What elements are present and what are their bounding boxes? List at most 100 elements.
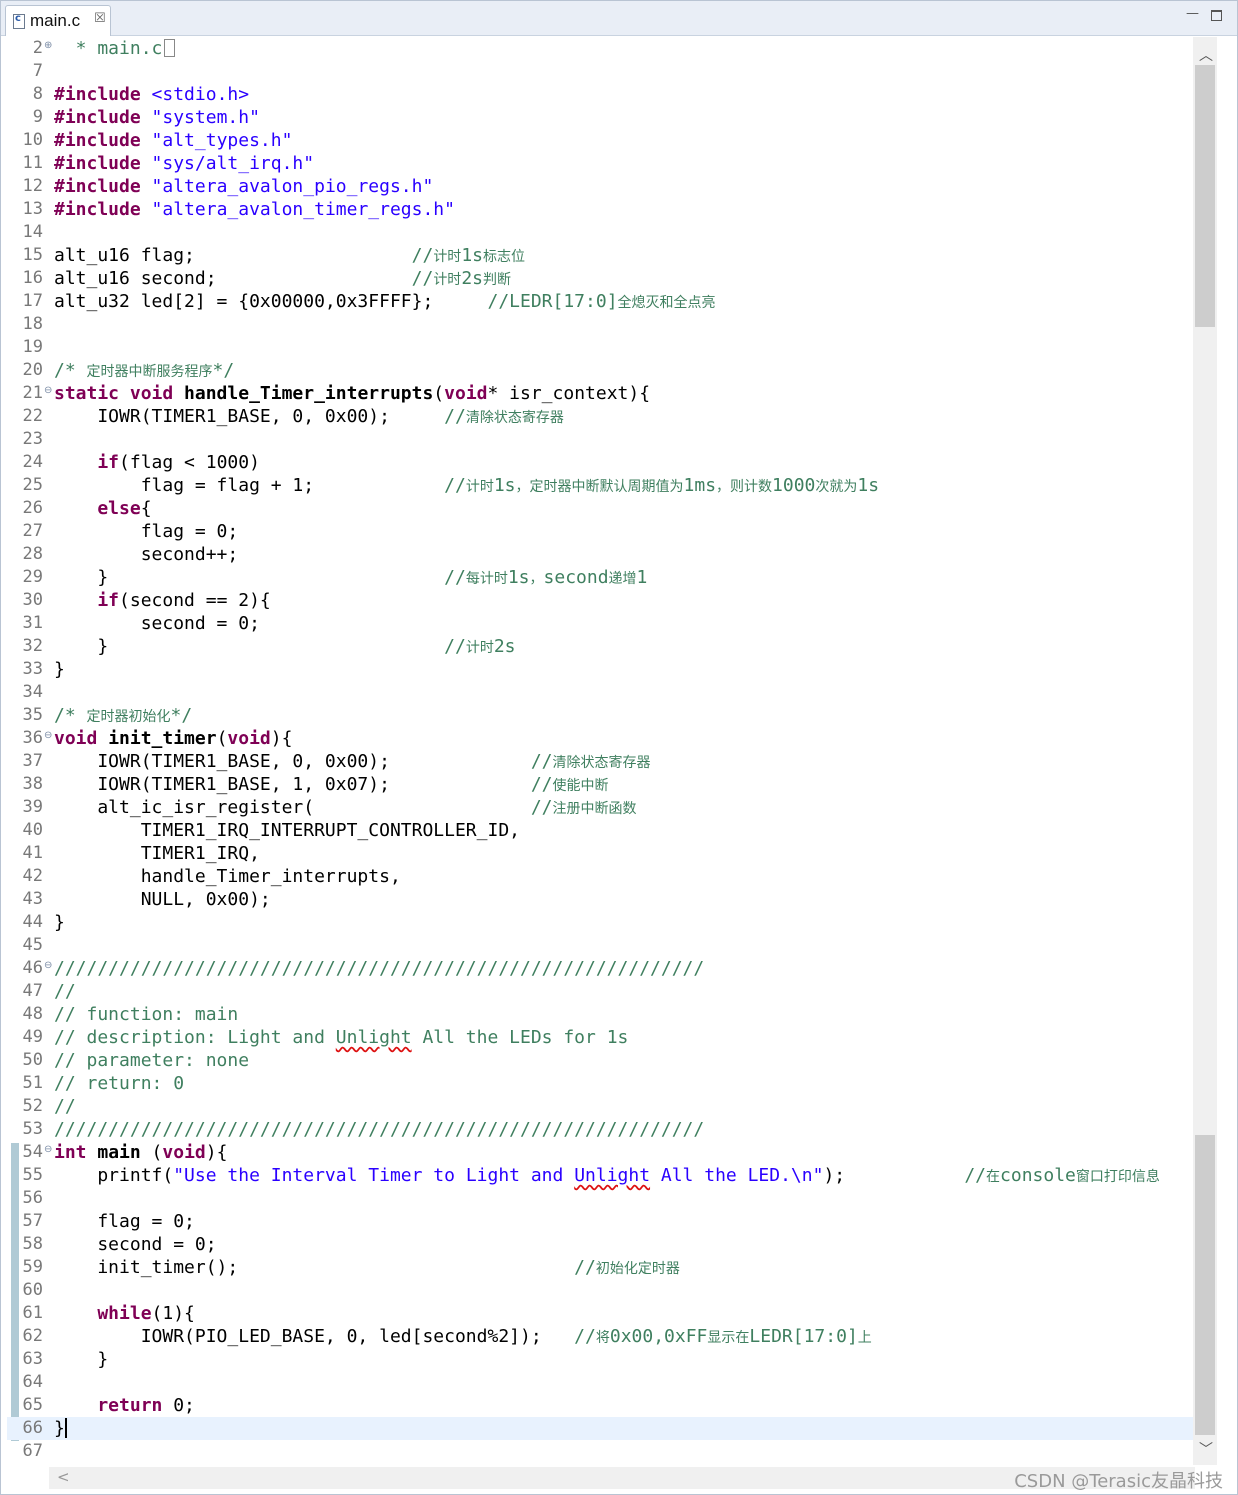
code-line[interactable]: 10 #include "alt_types.h": [7, 129, 1195, 152]
code-line[interactable]: 17 alt_u32 led[2] = {0x00000,0x3FFFF}; //…: [7, 290, 1195, 313]
fold-toggle-icon[interactable]: ⊕: [44, 40, 52, 51]
minimize-icon[interactable]: —: [1186, 6, 1199, 21]
code-line[interactable]: 27 flag = 0;: [7, 520, 1195, 543]
code-line[interactable]: 65 return 0;: [7, 1394, 1195, 1417]
code-token: Unlight: [335, 1027, 412, 1048]
code-line[interactable]: 19: [7, 336, 1195, 359]
code-line[interactable]: 38 IOWR(TIMER1_BASE, 1, 0x07); //使能中断: [7, 773, 1195, 796]
code-line[interactable]: 40 TIMER1_IRQ_INTERRUPT_CONTROLLER_ID,: [7, 819, 1195, 842]
fold-toggle-icon[interactable]: ⊖: [44, 960, 52, 971]
code-line[interactable]: 51 // return: 0: [7, 1072, 1195, 1095]
code-line[interactable]: 61 while(1){: [7, 1302, 1195, 1325]
code-line[interactable]: 26 else{: [7, 497, 1195, 520]
code-line[interactable]: 42 handle_Timer_interrupts,: [7, 865, 1195, 888]
code-token: // description: Light and: [54, 1027, 336, 1048]
code-line[interactable]: 67: [7, 1440, 1195, 1463]
code-line[interactable]: 36 ⊖ void init_timer(void){: [7, 727, 1195, 750]
code-line[interactable]: 32 } //计时2s: [7, 635, 1195, 658]
code-line[interactable]: 23: [7, 428, 1195, 451]
code-line[interactable]: 7: [7, 60, 1195, 83]
code-line[interactable]: 20 /* 定时器中断服务程序*/: [7, 359, 1195, 382]
code-token: 1s: [493, 475, 516, 496]
line-number: 50: [22, 1050, 43, 1070]
code-editor[interactable]: 2 ⊕ * main.c 7 8 #include <stdio.h> 9 #include…: [7, 37, 1195, 1465]
code-line[interactable]: 9 #include "system.h": [7, 106, 1195, 129]
code-line[interactable]: 41 TIMER1_IRQ,: [7, 842, 1195, 865]
line-number: 40: [22, 820, 43, 840]
fold-toggle-icon[interactable]: ⊖: [44, 730, 52, 741]
code-line[interactable]: 43 NULL, 0x00);: [7, 888, 1195, 911]
code-line[interactable]: 35 /* 定时器初始化*/: [7, 704, 1195, 727]
comment-text: 判断: [483, 272, 511, 288]
code-line[interactable]: 56: [7, 1187, 1195, 1210]
line-number: 34: [22, 682, 43, 702]
scroll-down-icon[interactable]: ﹀: [1199, 1439, 1213, 1459]
code-line[interactable]: 11 #include "sys/alt_irq.h": [7, 152, 1195, 175]
line-number: 26: [22, 498, 43, 518]
code-line[interactable]: 62 IOWR(PIO_LED_BASE, 0, led[second%2]);…: [7, 1325, 1195, 1348]
code-line[interactable]: 13 #include "altera_avalon_timer_regs.h": [7, 198, 1195, 221]
code-line[interactable]: 24 if(flag < 1000): [7, 451, 1195, 474]
code-line[interactable]: 45: [7, 934, 1195, 957]
code-line[interactable]: 37 IOWR(TIMER1_BASE, 0, 0x00); //清除状态寄存器: [7, 750, 1195, 773]
code-line[interactable]: 34: [7, 681, 1195, 704]
code-line[interactable]: 2 ⊕ * main.c: [7, 37, 1195, 60]
code-line[interactable]: 8 #include <stdio.h>: [7, 83, 1195, 106]
code-line[interactable]: 48 // function: main: [7, 1003, 1195, 1026]
fold-toggle-icon[interactable]: ⊖: [44, 385, 52, 396]
folded-marker-icon[interactable]: [164, 39, 176, 57]
line-number: 11: [22, 153, 43, 173]
comment-text: 计时: [433, 272, 462, 288]
code-line[interactable]: 50 // parameter: none: [7, 1049, 1195, 1072]
code-line[interactable]: 12 #include "altera_avalon_pio_regs.h": [7, 175, 1195, 198]
code-line[interactable]: 63 }: [7, 1348, 1195, 1371]
code-token: alt_u16 flag;: [54, 245, 412, 266]
scroll-up-icon[interactable]: ︿: [1199, 45, 1213, 65]
line-number: 49: [22, 1027, 43, 1047]
code-line[interactable]: 31 second = 0;: [7, 612, 1195, 635]
code-line[interactable]: 60: [7, 1279, 1195, 1302]
code-text: IOWR(TIMER1_BASE, 0, 0x00); //清除状态寄存器: [54, 751, 650, 772]
code-line[interactable]: 52 //: [7, 1095, 1195, 1118]
code-text: alt_u32 led[2] = {0x00000,0x3FFFF}; //LE…: [54, 291, 716, 312]
code-line[interactable]: 28 second++;: [7, 543, 1195, 566]
code-line[interactable]: 53 //////////////////////////////////////…: [7, 1118, 1195, 1141]
code-token: //: [574, 1326, 596, 1347]
close-icon[interactable]: ☒: [94, 11, 106, 26]
code-token: LEDR[17:0]: [749, 1326, 858, 1347]
code-token: static void: [54, 383, 185, 404]
code-line[interactable]: 21 ⊖ static void handle_Timer_interrupts(v…: [7, 382, 1195, 405]
code-line[interactable]: 22 IOWR(TIMER1_BASE, 0, 0x00); //清除状态寄存器: [7, 405, 1195, 428]
code-line[interactable]: 46 ⊖/////////////////////////////////////…: [7, 957, 1195, 980]
code-line[interactable]: 18: [7, 313, 1195, 336]
code-line[interactable]: 16 alt_u16 second; //计时2s判断: [7, 267, 1195, 290]
code-line[interactable]: 47 //: [7, 980, 1195, 1003]
code-token: //: [530, 751, 553, 772]
code-line[interactable]: 54 ⊖ int main (void){: [7, 1141, 1195, 1164]
code-line[interactable]: 15 alt_u16 flag; //计时1s标志位: [7, 244, 1195, 267]
code-line[interactable]: 14: [7, 221, 1195, 244]
code-line[interactable]: 39 alt_ic_isr_register( //注册中断函数: [7, 796, 1195, 819]
vertical-scrollbar[interactable]: ︿ ﹀: [1193, 37, 1217, 1465]
code-line[interactable]: 44}: [7, 911, 1195, 934]
line-number: 38: [22, 774, 43, 794]
code-text: // parameter: none: [54, 1050, 249, 1071]
code-token: //: [530, 774, 553, 795]
maximize-icon[interactable]: [1211, 10, 1222, 21]
code-line[interactable]: 29 } //每计时1s，second递增1: [7, 566, 1195, 589]
code-line[interactable]: 57 flag = 0;: [7, 1210, 1195, 1233]
code-line[interactable]: 58 second = 0;: [7, 1233, 1195, 1256]
code-line[interactable]: 64: [7, 1371, 1195, 1394]
code-line[interactable]: 66}: [7, 1417, 1195, 1440]
scroll-left-icon[interactable]: <: [57, 1468, 70, 1486]
code-line[interactable]: 55 printf("Use the Interval Timer to Lig…: [7, 1164, 1195, 1187]
code-line[interactable]: 49 // description: Light and Unlight All …: [7, 1026, 1195, 1049]
code-line[interactable]: 25 flag = flag + 1; //计时1s，定时器中断默认周期值为1m…: [7, 474, 1195, 497]
tab-main-c[interactable]: main.c ☒: [5, 5, 111, 36]
fold-toggle-icon[interactable]: ⊖: [44, 1144, 52, 1155]
code-line[interactable]: 33}: [7, 658, 1195, 681]
code-text: #include "alt_types.h": [54, 130, 292, 151]
scroll-thumb[interactable]: [1195, 65, 1215, 327]
code-line[interactable]: 30 if(second == 2){: [7, 589, 1195, 612]
code-line[interactable]: 59 init_timer(); //初始化定时器: [7, 1256, 1195, 1279]
